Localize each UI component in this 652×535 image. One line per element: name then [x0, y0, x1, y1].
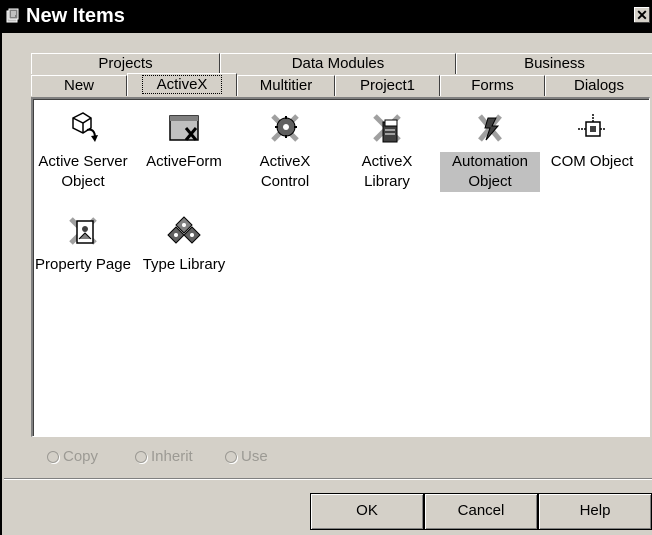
help-button[interactable]: Help	[538, 493, 652, 530]
ok-button[interactable]: OK	[310, 493, 424, 530]
item-active-server-object[interactable]: Active Server Object	[33, 110, 133, 200]
tab-new[interactable]: New	[31, 75, 127, 96]
radio-icon	[225, 451, 237, 464]
tab-activex[interactable]: ActiveX	[127, 73, 237, 96]
property-page-icon	[69, 217, 97, 245]
new-items-dialog: New Items ✕ Projects Data Modules Busine…	[0, 0, 652, 535]
activex-control-icon	[271, 114, 299, 142]
use-radio[interactable]: Use	[225, 448, 268, 465]
item-activeform[interactable]: ActiveForm	[134, 110, 234, 200]
title-bar[interactable]: New Items ✕	[2, 0, 652, 33]
item-activex-control[interactable]: ActiveX Control	[235, 110, 335, 200]
activeform-icon	[169, 115, 199, 141]
item-property-page[interactable]: Property Page	[33, 213, 133, 303]
window-title: New Items	[26, 5, 125, 27]
tab-projects[interactable]: Projects	[31, 53, 220, 74]
copy-radio[interactable]: Copy	[47, 448, 98, 465]
tab-project1[interactable]: Project1	[335, 75, 440, 96]
item-type-library[interactable]: Type Library	[134, 213, 234, 303]
active-server-object-icon	[72, 112, 98, 142]
type-library-icon	[167, 216, 201, 244]
tab-data-modules[interactable]: Data Modules	[220, 53, 456, 74]
app-icon	[6, 8, 19, 23]
com-object-icon	[578, 114, 606, 137]
cancel-button[interactable]: Cancel	[424, 493, 538, 530]
tab-business[interactable]: Business	[456, 53, 652, 74]
tab-multitier[interactable]: Multitier	[237, 75, 335, 96]
automation-object-icon	[478, 114, 502, 142]
radio-icon	[47, 451, 59, 464]
close-icon: ✕	[636, 7, 648, 23]
close-button[interactable]: ✕	[634, 7, 650, 23]
item-com-object[interactable]: COM Object	[542, 110, 642, 200]
radio-icon	[135, 451, 147, 464]
tab-forms[interactable]: Forms	[440, 75, 545, 96]
activex-library-icon	[373, 114, 401, 143]
item-activex-library[interactable]: ActiveX Library	[337, 110, 437, 200]
item-automation-object[interactable]: Automation Object	[440, 110, 540, 200]
inherit-radio[interactable]: Inherit	[135, 448, 193, 465]
divider	[4, 478, 652, 480]
tab-dialogs[interactable]: Dialogs	[545, 75, 652, 96]
